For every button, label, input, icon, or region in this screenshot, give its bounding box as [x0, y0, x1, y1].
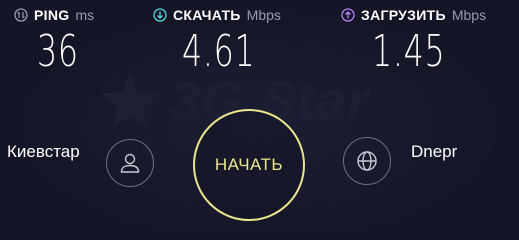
server-globe-button[interactable]	[343, 137, 391, 185]
go-button-label: НАЧАТЬ	[214, 155, 284, 174]
download-title: СКАЧАТЬ	[173, 7, 241, 23]
download-value: 4.61	[182, 26, 256, 77]
ping-metric: PING ms 36	[14, 4, 95, 74]
upload-unit: Mbps	[451, 7, 487, 23]
go-button[interactable]: НАЧАТЬ	[193, 109, 305, 221]
ping-value: 36	[37, 26, 79, 77]
download-metric: СКАЧАТЬ Mbps 4.61	[153, 4, 284, 74]
user-icon	[120, 153, 140, 173]
watermark-star-icon	[100, 72, 160, 128]
upload-value: 1.45	[372, 26, 446, 77]
server-name[interactable]: Dnepr	[411, 142, 457, 162]
ping-unit: ms	[75, 7, 95, 23]
ping-icon	[14, 8, 28, 22]
isp-user-button[interactable]	[106, 139, 154, 187]
download-arrow-icon	[153, 8, 167, 22]
upload-arrow-icon	[341, 8, 355, 22]
download-unit: Mbps	[246, 7, 281, 23]
isp-name[interactable]: Киевстар	[7, 142, 80, 162]
globe-icon	[357, 151, 377, 171]
ping-title: PING	[34, 7, 70, 23]
upload-title: ЗАГРУЗИТЬ	[361, 7, 446, 23]
upload-metric: ЗАГРУЗИТЬ Mbps 1.45	[341, 4, 486, 74]
